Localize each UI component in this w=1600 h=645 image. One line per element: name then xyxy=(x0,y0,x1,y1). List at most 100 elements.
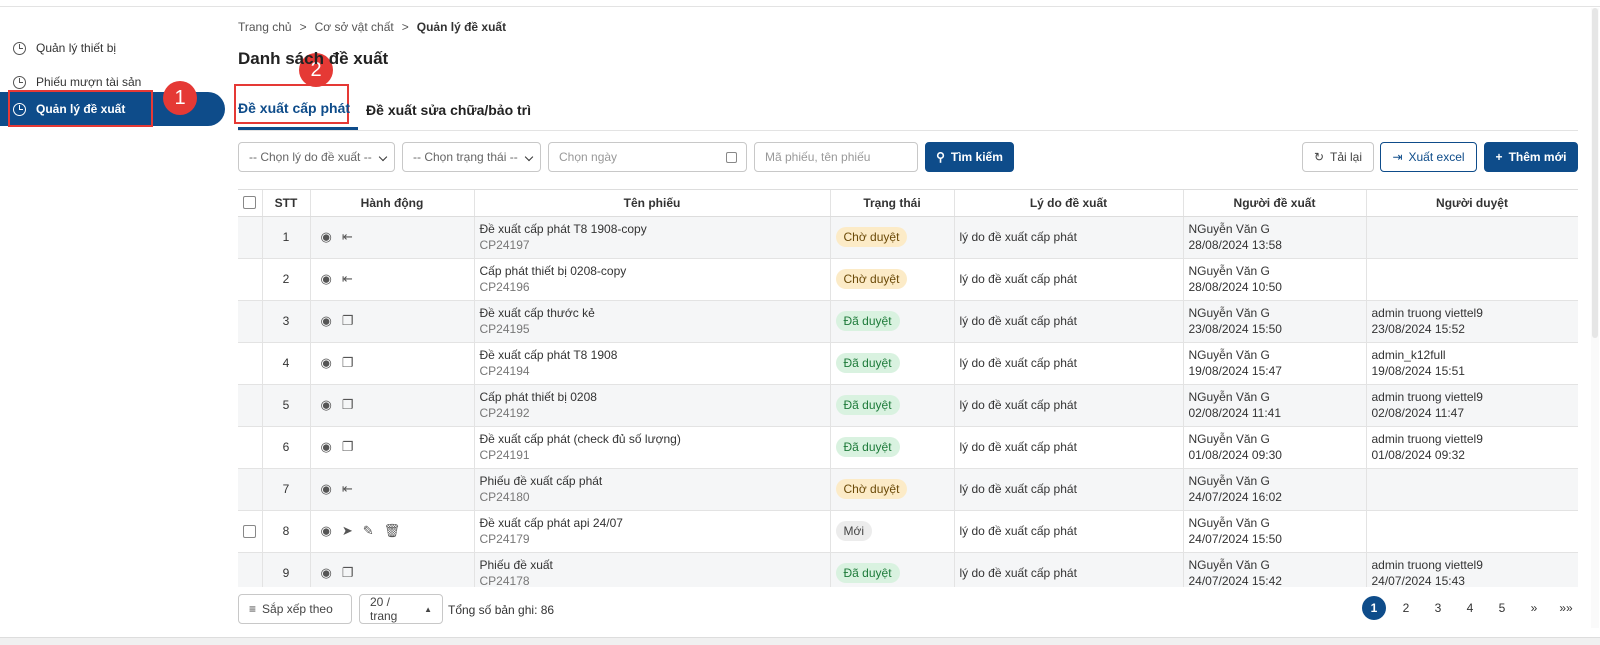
page-links: 1 2 3 4 5»»» xyxy=(1362,596,1578,620)
sort-button[interactable]: ≡ Sắp xếp theo xyxy=(238,594,352,624)
copy-icon[interactable]: ❐ xyxy=(342,397,354,413)
revoke-icon[interactable]: ⇤ xyxy=(342,481,353,497)
row-select-cell xyxy=(238,552,263,587)
breadcrumb-home[interactable]: Trang chủ xyxy=(238,20,292,34)
breadcrumb-facilities[interactable]: Cơ sở vật chất xyxy=(315,20,394,34)
export-excel-button[interactable]: ⇥ Xuất excel xyxy=(1380,142,1477,172)
delete-icon[interactable]: 🗑 xyxy=(384,523,401,539)
reason-select[interactable]: -- Chọn lý do đề xuất -- xyxy=(238,142,395,172)
select-all-checkbox[interactable] xyxy=(243,196,257,210)
row-name-cell: Phiếu đề xuất cấp phát CP24180 xyxy=(474,468,831,511)
add-new-button[interactable]: + Thêm mới xyxy=(1484,142,1578,172)
proposal-name[interactable]: Đề xuất cấp phát T8 1908-copy xyxy=(480,221,830,237)
sidebar-item-equipment[interactable]: Quản lý thiết bị xyxy=(0,31,225,65)
proposal-name[interactable]: Đề xuất cấp phát (check đủ số lượng) xyxy=(480,431,830,447)
proposal-code: CP24179 xyxy=(479,532,530,546)
send-icon[interactable]: ➤ xyxy=(342,523,353,539)
row-name-cell: Phiếu đề xuất CP24178 xyxy=(474,552,831,587)
proposal-table: STT Hành động Tên phiếu Trạng thái Lý do… xyxy=(238,189,1578,587)
proposed-time: 24/07/2024 16:02 xyxy=(1188,490,1282,504)
page-scrollbar[interactable] xyxy=(1591,8,1599,628)
last-page-link[interactable]: »» xyxy=(1554,596,1578,620)
view-icon[interactable]: ◉ xyxy=(321,481,332,497)
scrollbar-thumb[interactable] xyxy=(1592,8,1598,338)
view-icon[interactable]: ◉ xyxy=(321,271,332,287)
edit-icon[interactable]: ✎ xyxy=(363,523,374,539)
filter-bar: -- Chọn lý do đề xuất -- -- Chọn trạng t… xyxy=(238,142,1578,172)
proposal-code: CP24192 xyxy=(479,406,530,420)
row-reason: lý do đề xuất cấp phát xyxy=(954,258,1184,301)
status-badge: Đã duyệt xyxy=(835,437,900,457)
proposal-name[interactable]: Phiếu đề xuất cấp phát xyxy=(480,473,830,489)
table-row: 5 ◉ ❐ Cấp phát thiết bị 0208 CP24192 Đã duyệt… xyxy=(238,384,1578,427)
row-stt: 3 xyxy=(262,300,311,343)
copy-icon[interactable]: ❐ xyxy=(342,565,354,581)
proposed-time: 28/08/2024 10:50 xyxy=(1188,280,1282,294)
column-header-name: Tên phiếu xyxy=(474,190,831,217)
row-status-cell: Chờ duyệt xyxy=(830,468,955,511)
proposed-time: 23/08/2024 15:50 xyxy=(1188,322,1282,336)
page-link[interactable]: 2 xyxy=(1394,596,1418,620)
status-select[interactable]: -- Chọn trạng thái -- xyxy=(402,142,541,172)
view-icon[interactable]: ◉ xyxy=(321,355,332,371)
copy-icon[interactable]: ❐ xyxy=(342,439,354,455)
approved-time: 02/08/2024 11:47 xyxy=(1371,406,1465,420)
row-stt: 6 xyxy=(262,426,311,469)
main-content: Trang chủ > Cơ sở vật chất > Quản lý đề … xyxy=(238,7,1578,637)
page-size-select[interactable]: 20 / trang ▲ xyxy=(359,594,443,624)
copy-icon[interactable]: ❐ xyxy=(342,313,354,329)
proposal-name[interactable]: Phiếu đề xuất xyxy=(480,557,830,573)
row-proposer-cell: NGuyễn Văn G 23/08/2024 15:50 xyxy=(1183,300,1367,343)
view-icon[interactable]: ◉ xyxy=(321,397,332,413)
page-link[interactable]: 1 xyxy=(1362,596,1386,620)
approved-time: 23/08/2024 15:52 xyxy=(1371,322,1465,336)
proposal-name[interactable]: Đề xuất cấp thước kẻ xyxy=(480,305,830,321)
sidebar-item-label: Quản lý đề xuất xyxy=(36,102,126,116)
row-actions: ◉ ⇤ xyxy=(310,468,475,511)
proposal-name[interactable]: Cấp phát thiết bị 0208-copy xyxy=(480,263,830,279)
row-select-cell xyxy=(238,216,263,259)
view-icon[interactable]: ◉ xyxy=(321,229,332,245)
approver-name: admin truong viettel9 xyxy=(1371,558,1483,572)
search-input[interactable]: Mã phiếu, tên phiếu xyxy=(754,142,918,172)
view-icon[interactable]: ◉ xyxy=(321,439,332,455)
search-icon: ⚲ xyxy=(936,150,945,164)
breadcrumb: Trang chủ > Cơ sở vật chất > Quản lý đề … xyxy=(238,20,506,34)
proposed-time: 19/08/2024 15:47 xyxy=(1188,364,1282,378)
next-page-link[interactable]: » xyxy=(1522,596,1546,620)
copy-icon[interactable]: ❐ xyxy=(342,355,354,371)
proposal-name[interactable]: Cấp phát thiết bị 0208 xyxy=(480,389,830,405)
revoke-icon[interactable]: ⇤ xyxy=(342,229,353,245)
proposal-name[interactable]: Đề xuất cấp phát T8 1908 xyxy=(480,347,830,363)
page-link[interactable]: 5 xyxy=(1490,596,1514,620)
status-badge: Đã duyệt xyxy=(835,353,900,373)
row-checkbox[interactable] xyxy=(243,524,257,538)
row-stt: 9 xyxy=(262,552,311,587)
annotation-badge-1: 1 xyxy=(163,81,197,115)
reload-button[interactable]: ↻ Tải lại xyxy=(1302,142,1374,172)
row-actions: ◉ ⇤ xyxy=(310,258,475,301)
row-proposer-cell: NGuyễn Văn G 24/07/2024 15:42 xyxy=(1183,552,1367,587)
search-button[interactable]: ⚲ Tìm kiếm xyxy=(925,142,1014,172)
proposer-name: NGuyễn Văn G xyxy=(1188,432,1270,446)
column-header-stt: STT xyxy=(262,190,311,217)
row-name-cell: Cấp phát thiết bị 0208-copy CP24196 xyxy=(474,258,831,301)
tab-repair-proposal[interactable]: Đề xuất sửa chữa/bảo trì xyxy=(366,89,539,130)
view-icon[interactable]: ◉ xyxy=(321,565,332,581)
breadcrumb-separator: > xyxy=(401,20,409,34)
row-approver-cell: admin truong viettel9 24/07/2024 15:43 xyxy=(1366,552,1578,587)
row-approver-cell xyxy=(1366,216,1578,259)
tab-allocation-proposal[interactable]: Đề xuất cấp phát xyxy=(238,89,359,130)
row-actions: ◉ ➤ ✎ 🗑 xyxy=(310,510,475,553)
proposal-name[interactable]: Đề xuất cấp phát api 24/07 xyxy=(480,515,830,531)
page-link[interactable]: 3 xyxy=(1426,596,1450,620)
page-link[interactable]: 4 xyxy=(1458,596,1482,620)
column-header-status: Trạng thái xyxy=(830,190,955,217)
proposer-name: NGuyễn Văn G xyxy=(1188,516,1270,530)
date-picker-input[interactable]: Chọn ngày xyxy=(548,142,747,172)
add-button-label: Thêm mới xyxy=(1508,150,1567,164)
revoke-icon[interactable]: ⇤ xyxy=(342,271,353,287)
proposer-name: NGuyễn Văn G xyxy=(1188,222,1270,236)
view-icon[interactable]: ◉ xyxy=(321,313,332,329)
view-icon[interactable]: ◉ xyxy=(321,523,332,539)
